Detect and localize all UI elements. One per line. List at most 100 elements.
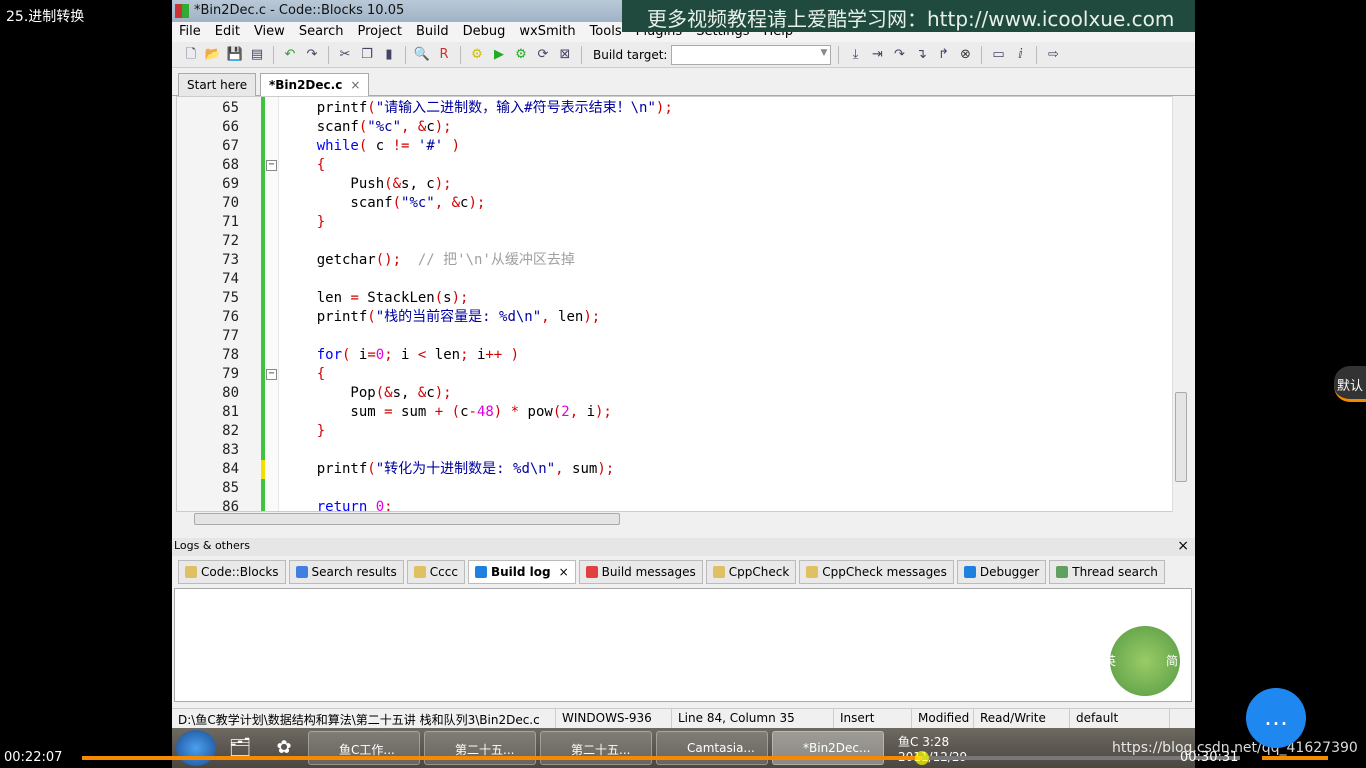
- separator: [838, 45, 840, 64]
- video-progress-bar[interactable]: [82, 751, 1240, 765]
- ime-simplified[interactable]: 简: [1166, 652, 1178, 669]
- log-tab-icon: [1056, 566, 1069, 578]
- menu-search[interactable]: Search: [292, 22, 351, 42]
- stop-debug-icon[interactable]: ⊗: [956, 46, 974, 64]
- save-icon[interactable]: 💾: [226, 46, 244, 64]
- log-tab-build-messages[interactable]: Build messages: [578, 560, 703, 584]
- rebuild-icon[interactable]: ⟳: [534, 46, 552, 64]
- code-line: 84 printf("转化为十进制数是: %d\n", sum);: [177, 460, 1177, 479]
- scroll-thumb[interactable]: [1175, 392, 1187, 482]
- redo-icon[interactable]: ↷: [303, 46, 321, 64]
- close-icon[interactable]: ×: [1177, 538, 1189, 554]
- chat-bubble-icon[interactable]: …: [1246, 688, 1306, 748]
- menu-file[interactable]: File: [172, 22, 208, 42]
- code-token: {: [283, 366, 326, 382]
- debug-windows-icon[interactable]: ▭: [989, 46, 1007, 64]
- log-tab-debugger[interactable]: Debugger: [956, 560, 1047, 584]
- default-quality-button[interactable]: 默认: [1334, 366, 1366, 402]
- run-to-cursor-icon[interactable]: ⇥: [868, 46, 886, 64]
- menu-build[interactable]: Build: [409, 22, 456, 42]
- code-text: scanf("%c", &c);: [283, 194, 485, 213]
- close-tab-icon[interactable]: ×: [350, 78, 360, 92]
- code-token: +: [434, 404, 444, 420]
- code-token: );: [434, 176, 452, 192]
- build-target-select[interactable]: ▼: [671, 44, 832, 65]
- abort-icon[interactable]: ⊠: [556, 46, 574, 64]
- start-button[interactable]: [176, 730, 216, 766]
- log-tab-code-blocks[interactable]: Code::Blocks: [178, 560, 286, 584]
- code-token: len: [426, 347, 461, 363]
- watermark-banner: 更多视频教程请上爱酷学习网：http://www.icoolxue.com: [622, 0, 1195, 32]
- menu-project[interactable]: Project: [350, 22, 408, 42]
- line-number: 67: [222, 138, 239, 154]
- code-token: pow: [519, 404, 553, 420]
- code-text: }: [283, 213, 325, 232]
- copy-icon[interactable]: ❐: [358, 46, 376, 64]
- save-all-icon[interactable]: ▤: [248, 46, 266, 64]
- log-tab-search-results[interactable]: Search results: [288, 560, 404, 584]
- log-tab-label: CppCheck messages: [822, 565, 947, 579]
- log-tab-cppcheck-messages[interactable]: CppCheck messages: [799, 560, 954, 584]
- code-editor[interactable]: 65 printf("请输入二进制数，输入#符号表示结束！\n"); 66 sca…: [176, 96, 1188, 512]
- open-icon[interactable]: 📂: [204, 46, 222, 64]
- vertical-scrollbar[interactable]: [1172, 96, 1188, 512]
- ime-english[interactable]: 英: [1104, 652, 1116, 669]
- build-log-content[interactable]: [174, 588, 1192, 702]
- tab-bin2dec[interactable]: *Bin2Dec.c ×: [260, 73, 370, 96]
- menu-edit[interactable]: Edit: [208, 22, 247, 42]
- menu-view[interactable]: View: [247, 22, 292, 42]
- find-icon[interactable]: 🔍: [413, 46, 431, 64]
- log-tab-build-log[interactable]: Build log ×: [467, 560, 576, 584]
- clock[interactable]: 鱼C 3:28: [898, 735, 949, 749]
- horizontal-scrollbar[interactable]: [176, 512, 1188, 526]
- code-token: c: [367, 138, 393, 154]
- replace-icon[interactable]: R: [435, 46, 453, 64]
- debug-run-icon[interactable]: ⤓: [846, 46, 864, 64]
- code-token: printf: [283, 461, 368, 477]
- undo-icon[interactable]: ↶: [281, 46, 299, 64]
- build-gear-icon[interactable]: ⚙: [468, 46, 486, 64]
- code-text: {: [283, 156, 325, 175]
- line-number: 70: [222, 195, 239, 211]
- fold-collapse-icon[interactable]: −: [266, 160, 277, 171]
- ime-widget[interactable]: 英 简: [1100, 606, 1190, 716]
- build-run-icon[interactable]: ⚙: [512, 46, 530, 64]
- scroll-thumb[interactable]: [194, 513, 620, 525]
- log-tab-icon: [413, 566, 426, 578]
- code-token: s, c: [401, 176, 435, 192]
- menu-wxsmith[interactable]: wxSmith: [512, 22, 582, 42]
- log-tab-thread-search[interactable]: Thread search: [1049, 560, 1165, 584]
- code-token: c: [426, 385, 435, 401]
- step-into-icon[interactable]: ↴: [912, 46, 930, 64]
- code-token: (: [434, 290, 444, 306]
- cut-icon[interactable]: ✂: [336, 46, 354, 64]
- code-token: sum: [392, 404, 435, 420]
- next-line-icon[interactable]: ↷: [890, 46, 908, 64]
- log-tab-cccc[interactable]: Cccc: [406, 560, 465, 584]
- line-number: 83: [222, 442, 239, 458]
- volume-slider[interactable]: [1262, 756, 1328, 760]
- info-icon[interactable]: ⅈ: [1011, 46, 1029, 64]
- tab-start-here[interactable]: Start here: [178, 73, 257, 96]
- paste-icon[interactable]: ▮: [380, 46, 398, 64]
- code-text: {: [283, 365, 325, 384]
- run-icon[interactable]: ▶: [490, 46, 508, 64]
- progress-handle[interactable]: [914, 751, 929, 765]
- close-tab-icon[interactable]: ×: [559, 565, 569, 579]
- code-line: 75 len = StackLen(s);: [177, 289, 1177, 308]
- code-token: *: [510, 404, 520, 420]
- new-file-icon[interactable]: 🗋: [182, 46, 200, 64]
- menu-debug[interactable]: Debug: [456, 22, 513, 42]
- log-tab-cppcheck[interactable]: CppCheck: [705, 560, 797, 584]
- fold-collapse-icon[interactable]: −: [266, 369, 277, 380]
- status-bar: D:\鱼C教学计划\数据结构和算法\第二十五讲 栈和队列3\Bin2Dec.c W…: [172, 708, 1195, 728]
- step-out-icon[interactable]: ↱: [934, 46, 952, 64]
- line-number: 81: [222, 404, 239, 420]
- line-number: 77: [222, 328, 239, 344]
- code-token: );: [434, 385, 452, 401]
- jump-icon[interactable]: ⇨: [1044, 46, 1062, 64]
- line-number: 74: [222, 271, 239, 287]
